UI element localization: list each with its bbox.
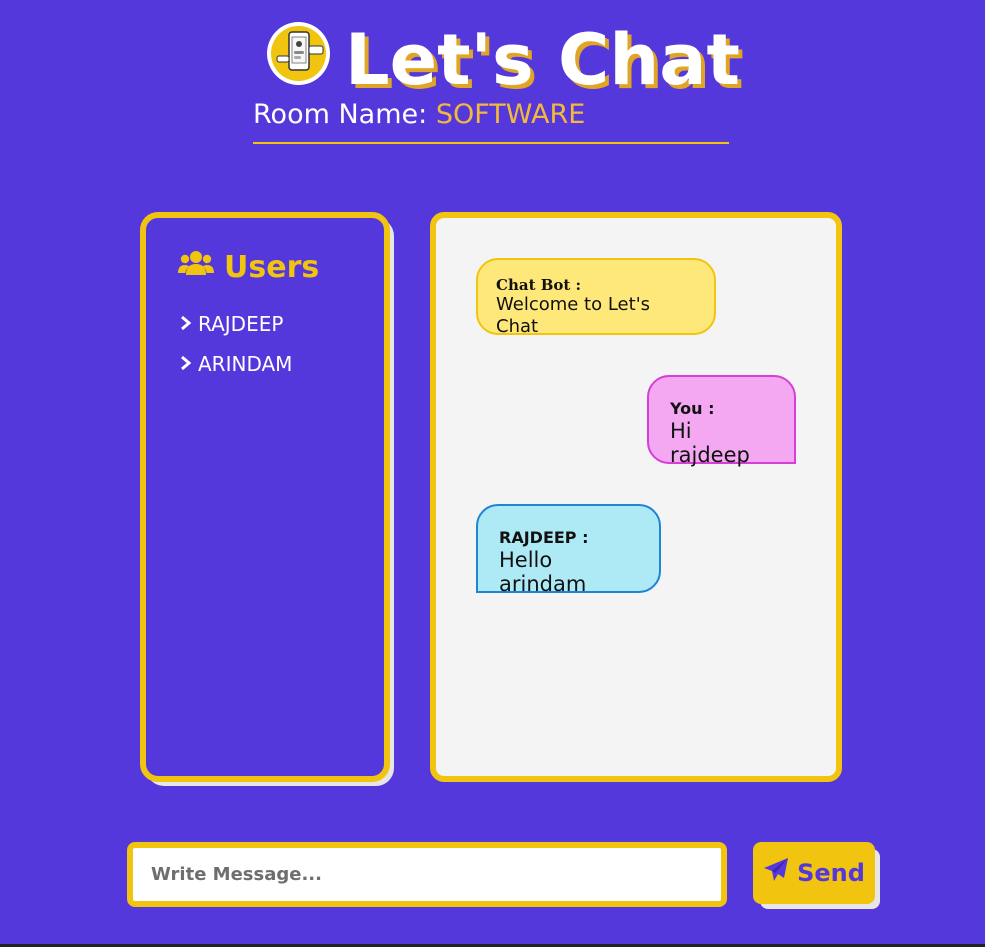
chat-page: Let's Chat Room Name: SOFTWARE Users RAJ… [0,0,985,947]
message-sender: You : [670,399,715,418]
send-button[interactable]: Send [753,842,875,904]
room-name-value: SOFTWARE [435,99,586,130]
paper-plane-icon [763,857,789,889]
users-heading: Users [178,248,319,288]
message-bubble-bot: Chat Bot : Welcome to Let's Chat [476,258,716,337]
message-text: Hi rajdeep [670,419,750,467]
message-bubble-other: RAJDEEP : Hello arindam [476,504,661,596]
chat-messages-panel: Chat Bot : Welcome to Let's Chat You : H… [430,212,842,782]
users-list: RAJDEEP ARINDAM [180,304,292,384]
message-text: Hello arindam [499,548,587,596]
message-input[interactable] [127,842,727,907]
user-item-rajdeep[interactable]: RAJDEEP [180,304,292,344]
room-name-label: Room Name: [253,99,428,130]
users-icon [178,248,214,288]
message-sender: Chat Bot : [496,276,582,294]
user-name: ARINDAM [198,352,293,376]
user-name: RAJDEEP [198,312,284,336]
users-heading-label: Users [224,250,320,285]
room-name-line: Room Name: SOFTWARE [253,98,729,144]
chat-phone-logo-icon [267,22,330,85]
chevron-right-icon [180,351,192,377]
message-text: Welcome to Let's Chat [496,294,651,337]
chevron-right-icon [180,311,192,337]
send-button-label: Send [797,859,865,887]
user-item-arindam[interactable]: ARINDAM [180,344,292,384]
message-sender: RAJDEEP : [499,528,589,547]
app-title: Let's Chat [345,19,740,101]
message-bubble-own: You : Hi rajdeep [647,375,796,467]
users-panel: Users RAJDEEP ARINDAM [140,212,390,782]
